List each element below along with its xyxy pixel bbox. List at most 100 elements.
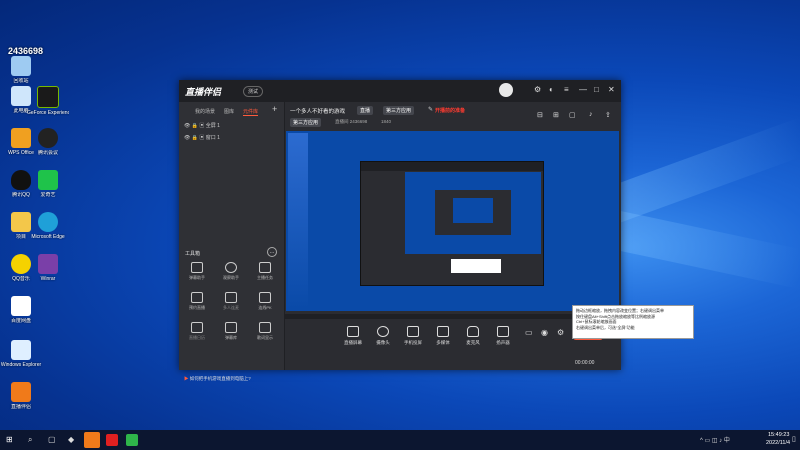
tool-danmu-assistant[interactable]: 弹幕助手 bbox=[182, 262, 212, 281]
add-scene-icon[interactable]: + bbox=[272, 104, 277, 114]
room-tag-2[interactable]: 第三方应用 bbox=[290, 118, 322, 127]
record-icon[interactable]: ▢ bbox=[569, 111, 576, 119]
taskbar-red-app-icon[interactable] bbox=[106, 434, 118, 446]
taskbar-green-app-icon[interactable] bbox=[126, 434, 138, 446]
recycle-bin-icon bbox=[11, 56, 31, 76]
live-timer: 00:00:00 bbox=[575, 360, 595, 366]
desktop-icon-edge[interactable]: Microsoft Edge bbox=[27, 212, 69, 240]
layout-icon[interactable]: ⊟ bbox=[537, 111, 543, 119]
media-icon bbox=[437, 326, 449, 337]
microphone-icon bbox=[467, 326, 479, 337]
phone-cast-button[interactable]: 手机投屏 bbox=[398, 326, 428, 346]
iqiyi-icon bbox=[38, 170, 58, 190]
phone-icon bbox=[407, 326, 419, 337]
category-tag[interactable]: 第三方应用 bbox=[383, 106, 415, 115]
live-companion-icon bbox=[11, 382, 31, 402]
tab-components[interactable]: 元件库 bbox=[243, 108, 259, 116]
desktop-icon-meeting[interactable]: 腾讯会议 bbox=[27, 128, 69, 156]
speaker-icon bbox=[497, 326, 509, 337]
tray-icons[interactable]: ^ ▭ ◫ ♪ 中 bbox=[700, 435, 730, 444]
desktop-icon-winrar[interactable]: Winrar bbox=[27, 254, 69, 282]
search-icon[interactable]: ⌕ bbox=[28, 435, 32, 445]
reserve-icon bbox=[191, 292, 203, 303]
cloud-icon bbox=[11, 296, 31, 316]
camera-button[interactable]: 摄像头 bbox=[368, 326, 398, 346]
tool-observer[interactable]: 观察助手 bbox=[216, 262, 246, 281]
tool-host-tasks[interactable]: 主播任务 bbox=[250, 262, 280, 281]
skin-icon[interactable]: ◐ bbox=[549, 85, 554, 94]
screen-icon bbox=[347, 326, 359, 337]
preview-canvas[interactable] bbox=[286, 131, 619, 311]
danmu-icon bbox=[191, 262, 203, 273]
calendar-icon bbox=[191, 322, 203, 333]
tool-pk[interactable]: 连线PK bbox=[250, 292, 280, 311]
clock-time[interactable]: 15:49:23 bbox=[768, 432, 789, 438]
lyrics-icon bbox=[259, 322, 271, 333]
camera-icon bbox=[377, 326, 389, 337]
source-item[interactable]: 👁 🔒 ▣ 窗口 1 bbox=[184, 134, 220, 141]
minimize-icon[interactable]: — bbox=[579, 85, 587, 94]
taskbar-app-icon[interactable]: ◆ bbox=[68, 435, 74, 444]
desktop-icon-recycle-bin[interactable]: 回收站 bbox=[0, 48, 42, 84]
version-badge: 测试 bbox=[243, 86, 264, 97]
nvidia-icon bbox=[37, 86, 59, 108]
share-icon[interactable]: ⇪ bbox=[605, 111, 611, 119]
left-pane: 我的场景 图库 元件库 + 👁 🔒 ▣ 全屏 1 👁 🔒 ▣ 窗口 1 工具箱 … bbox=[179, 102, 285, 381]
tool-danmu-library[interactable]: 弹幕库 bbox=[216, 322, 246, 341]
room-header: 一个多人不好看的游戏 直播 第三方应用 开播前的准备 ✎ 第三方应用 直播间 2… bbox=[285, 102, 621, 130]
live-companion-window: 直播伴侣 测试 ⚙ ◐ ≡ — □ ✕ 我的场景 图库 元件库 + 👁 🔒 ▣ … bbox=[179, 80, 621, 381]
edit-icon[interactable]: ✎ bbox=[428, 106, 433, 113]
taskbar-live-companion-icon[interactable] bbox=[84, 432, 100, 448]
room-title: 一个多人不好看的游戏 bbox=[290, 109, 346, 115]
tool-multi-mic[interactable]: 多人连麦 bbox=[216, 292, 246, 311]
nested-tooltip bbox=[451, 259, 501, 273]
desktop-icon-explorer[interactable]: Windows Explorer bbox=[0, 340, 42, 368]
app-logo: 直播伴侣 bbox=[185, 87, 222, 97]
room-tag[interactable]: 直播 bbox=[357, 106, 374, 115]
gear-icon[interactable]: ⚙ bbox=[557, 328, 564, 337]
clock-date[interactable]: 2022/11/4 bbox=[766, 440, 790, 446]
window-icon bbox=[11, 340, 31, 360]
desktop-icon-iqiyi[interactable]: 爱奇艺 bbox=[27, 170, 69, 198]
tab-gallery[interactable]: 图库 bbox=[224, 108, 234, 115]
tool-reserve-live[interactable]: 预约直播 bbox=[182, 292, 212, 311]
task-view-icon[interactable]: ▢ bbox=[48, 435, 56, 444]
help-tooltip: 拖动边框缩放，拖拽内容改变位置；右键调出菜单 按住键盘Alt+Shift点击拖放… bbox=[572, 305, 694, 339]
source-item[interactable]: 👁 🔒 ▣ 全屏 1 bbox=[184, 122, 220, 129]
notification-icon[interactable]: ▯ bbox=[792, 435, 796, 443]
desktop-icon-live-companion[interactable]: 直播伴侣 bbox=[0, 382, 42, 410]
wallpaper-beam bbox=[620, 210, 800, 290]
menu-icon[interactable]: ≡ bbox=[564, 85, 569, 94]
taskbar: ⊞ ⌕ ▢ ◆ ^ ▭ ◫ ♪ 中 15:49:23 2022/11/4 ▯ bbox=[0, 430, 800, 450]
tool-live-calendar[interactable]: 直播日历 bbox=[182, 322, 212, 341]
maximize-icon[interactable]: □ bbox=[594, 85, 599, 94]
bottom-toolbar: 直播屏幕 摄像头 手机投屏 多媒体 麦克风 扬声器 ▭ ◉ ⚙ 00:00:00 bbox=[285, 314, 621, 370]
screen-capture-button[interactable]: 直播屏幕 bbox=[338, 326, 368, 346]
close-icon[interactable]: ✕ bbox=[608, 85, 615, 94]
chat-icon[interactable]: ▭ bbox=[525, 328, 533, 337]
captured-desktop-icons bbox=[288, 133, 308, 309]
wallpaper-beam bbox=[620, 117, 800, 223]
room-line: 直播间 2436698 bbox=[335, 119, 368, 124]
bell-icon[interactable]: ♪ bbox=[589, 111, 593, 118]
settings-icon[interactable]: ⚙ bbox=[534, 85, 541, 94]
help-notice[interactable]: ▶ 如何把手机游戏直播到电脑上? bbox=[184, 376, 251, 382]
start-icon[interactable]: ⊞ bbox=[6, 435, 13, 444]
mascot-icon bbox=[499, 83, 513, 97]
grid-icon[interactable]: ⊞ bbox=[553, 111, 559, 119]
toolbox-title: 工具箱 bbox=[185, 251, 201, 257]
eye-icon[interactable]: ◉ bbox=[541, 328, 548, 337]
likes-count: 1840 bbox=[381, 119, 392, 124]
desktop-icon-geforce[interactable]: GeForce Experience bbox=[27, 86, 69, 116]
tab-scenes[interactable]: 我的场景 bbox=[195, 108, 215, 115]
toolbox-more-icon[interactable]: … bbox=[267, 247, 277, 257]
download-icon bbox=[225, 322, 237, 333]
multi-mic-icon bbox=[225, 292, 237, 303]
microphone-button[interactable]: 麦克风 bbox=[458, 326, 488, 346]
title-bar: 直播伴侣 测试 ⚙ ◐ ≡ — □ ✕ bbox=[179, 80, 621, 102]
media-button[interactable]: 多媒体 bbox=[428, 326, 458, 346]
red-notice[interactable]: 开播前的准备 bbox=[435, 107, 465, 114]
tool-lyrics[interactable]: 歌词显示 bbox=[250, 322, 280, 341]
speaker-button[interactable]: 扬声器 bbox=[488, 326, 518, 346]
desktop-icon-baidu-pan[interactable]: 百度网盘 bbox=[0, 296, 42, 324]
